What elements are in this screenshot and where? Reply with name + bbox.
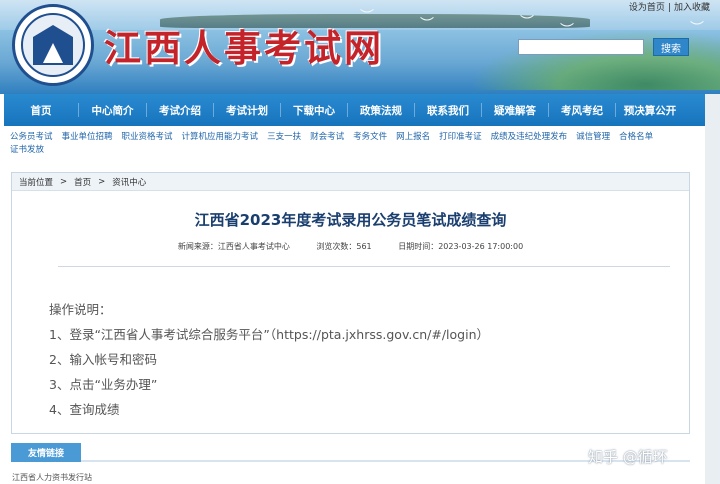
subnav-item-qualification[interactable]: 职业资格考试: [122, 132, 173, 142]
nav-item-about[interactable]: 中心简介: [79, 103, 146, 118]
site-logo[interactable]: [12, 4, 94, 86]
top-links-separator: |: [667, 3, 671, 13]
bird-icon: ︶: [690, 21, 704, 37]
subnav-item-accounting[interactable]: 财会考试: [310, 132, 344, 142]
nav-item-faq[interactable]: 疑难解答: [482, 103, 548, 118]
breadcrumb-home[interactable]: 首页: [74, 176, 91, 188]
add-favorite-link[interactable]: 加入收藏: [674, 3, 710, 13]
bird-icon: ︶: [520, 15, 534, 31]
content-panel: 当前位置 > 首页 > 资讯中心 江西省2023年度考试录用公务员笔试成绩查询 …: [11, 172, 690, 434]
site-title: 江西人事考试网: [104, 26, 384, 70]
nav-item-contact[interactable]: 联系我们: [415, 103, 481, 118]
page-right-edge: [705, 94, 720, 484]
friendly-links-tab[interactable]: 友情链接: [11, 443, 81, 462]
article-meta: 新闻来源：江西省人事考试中心 浏览次数：561 日期时间：2023-03-26 …: [12, 241, 689, 252]
article-date: 日期时间：2023-03-26 17:00:00: [398, 242, 524, 251]
subnav-item-online-registration[interactable]: 网上报名: [396, 132, 430, 142]
bird-icon: ︶: [560, 23, 574, 39]
bird-icon: ︶: [420, 17, 434, 33]
top-links: 设为首页 | 加入收藏: [629, 0, 710, 13]
article-source: 新闻来源：江西省人事考试中心: [177, 242, 290, 251]
subnav-item-integrity[interactable]: 诚信管理: [576, 132, 610, 142]
nav-item-budget[interactable]: 预决算公开: [616, 103, 684, 118]
sub-nav: 公务员考试 事业单位招聘 职业资格考试 计算机应用能力考试 三支一扶 财会考试 考务文件 网上…: [10, 131, 690, 157]
main-nav: 首页 中心简介 考试介绍 考试计划 下载中心 政策法规 联系我们 疑难解答 考风…: [4, 94, 705, 126]
subnav-item-results[interactable]: 成绩及违纪处理发布: [491, 132, 568, 142]
breadcrumb-separator: >: [60, 176, 68, 187]
instruction-step: 2、输入帐号和密码: [49, 352, 157, 367]
footer-link[interactable]: 江西省人力资书发行站: [12, 472, 92, 483]
nav-item-home[interactable]: 首页: [4, 103, 78, 118]
article-views: 浏览次数：561: [316, 242, 372, 251]
breadcrumb: 当前位置 > 首页 > 资讯中心: [12, 173, 689, 191]
instruction-step: 4、查询成绩: [49, 402, 120, 417]
subnav-item-exam-documents[interactable]: 考务文件: [353, 132, 387, 142]
breadcrumb-label: 当前位置: [19, 177, 54, 188]
subnav-item-sanzhi-yifu[interactable]: 三支一扶: [267, 132, 301, 142]
subnav-item-certificates[interactable]: 证书发放: [10, 145, 44, 155]
watermark: 知乎 @循环: [588, 448, 668, 466]
subnav-item-print-admission[interactable]: 打印准考证: [439, 132, 482, 142]
article-body: 操作说明： 1、登录“江西省人事考试综合服务平台”（https://pta.jx…: [49, 297, 489, 422]
header-banner: ︶ ︶ ︶ ︶ ︶ 江西人事考试网 设为首页 | 加入收藏 搜索: [0, 0, 720, 94]
subnav-item-civil-service[interactable]: 公务员考试: [10, 132, 53, 142]
nav-item-exam-intro[interactable]: 考试介绍: [147, 103, 213, 118]
set-homepage-link[interactable]: 设为首页: [629, 3, 665, 13]
subnav-item-computer-skills[interactable]: 计算机应用能力考试: [182, 132, 259, 142]
search-input[interactable]: [518, 39, 644, 55]
instruction-step: 1、登录“江西省人事考试综合服务平台”（https://pta.jxhrss.g…: [49, 327, 489, 342]
subnav-item-public-institution[interactable]: 事业单位招聘: [62, 132, 113, 142]
breadcrumb-news-center[interactable]: 资讯中心: [112, 176, 146, 188]
nav-item-downloads[interactable]: 下载中心: [281, 103, 347, 118]
search-button[interactable]: 搜索: [653, 38, 689, 56]
nav-item-exam-discipline[interactable]: 考风考纪: [549, 103, 615, 118]
instructions-heading: 操作说明：: [49, 302, 112, 317]
article-title: 江西省2023年度考试录用公务员笔试成绩查询: [194, 211, 507, 229]
nav-item-policies[interactable]: 政策法规: [348, 103, 414, 118]
subnav-item-qualified-list[interactable]: 合格名单: [619, 132, 653, 142]
instruction-step: 3、点击“业务办理”: [49, 377, 158, 392]
breadcrumb-separator: >: [98, 176, 106, 187]
divider: [58, 266, 670, 267]
nav-item-exam-plan[interactable]: 考试计划: [214, 103, 280, 118]
